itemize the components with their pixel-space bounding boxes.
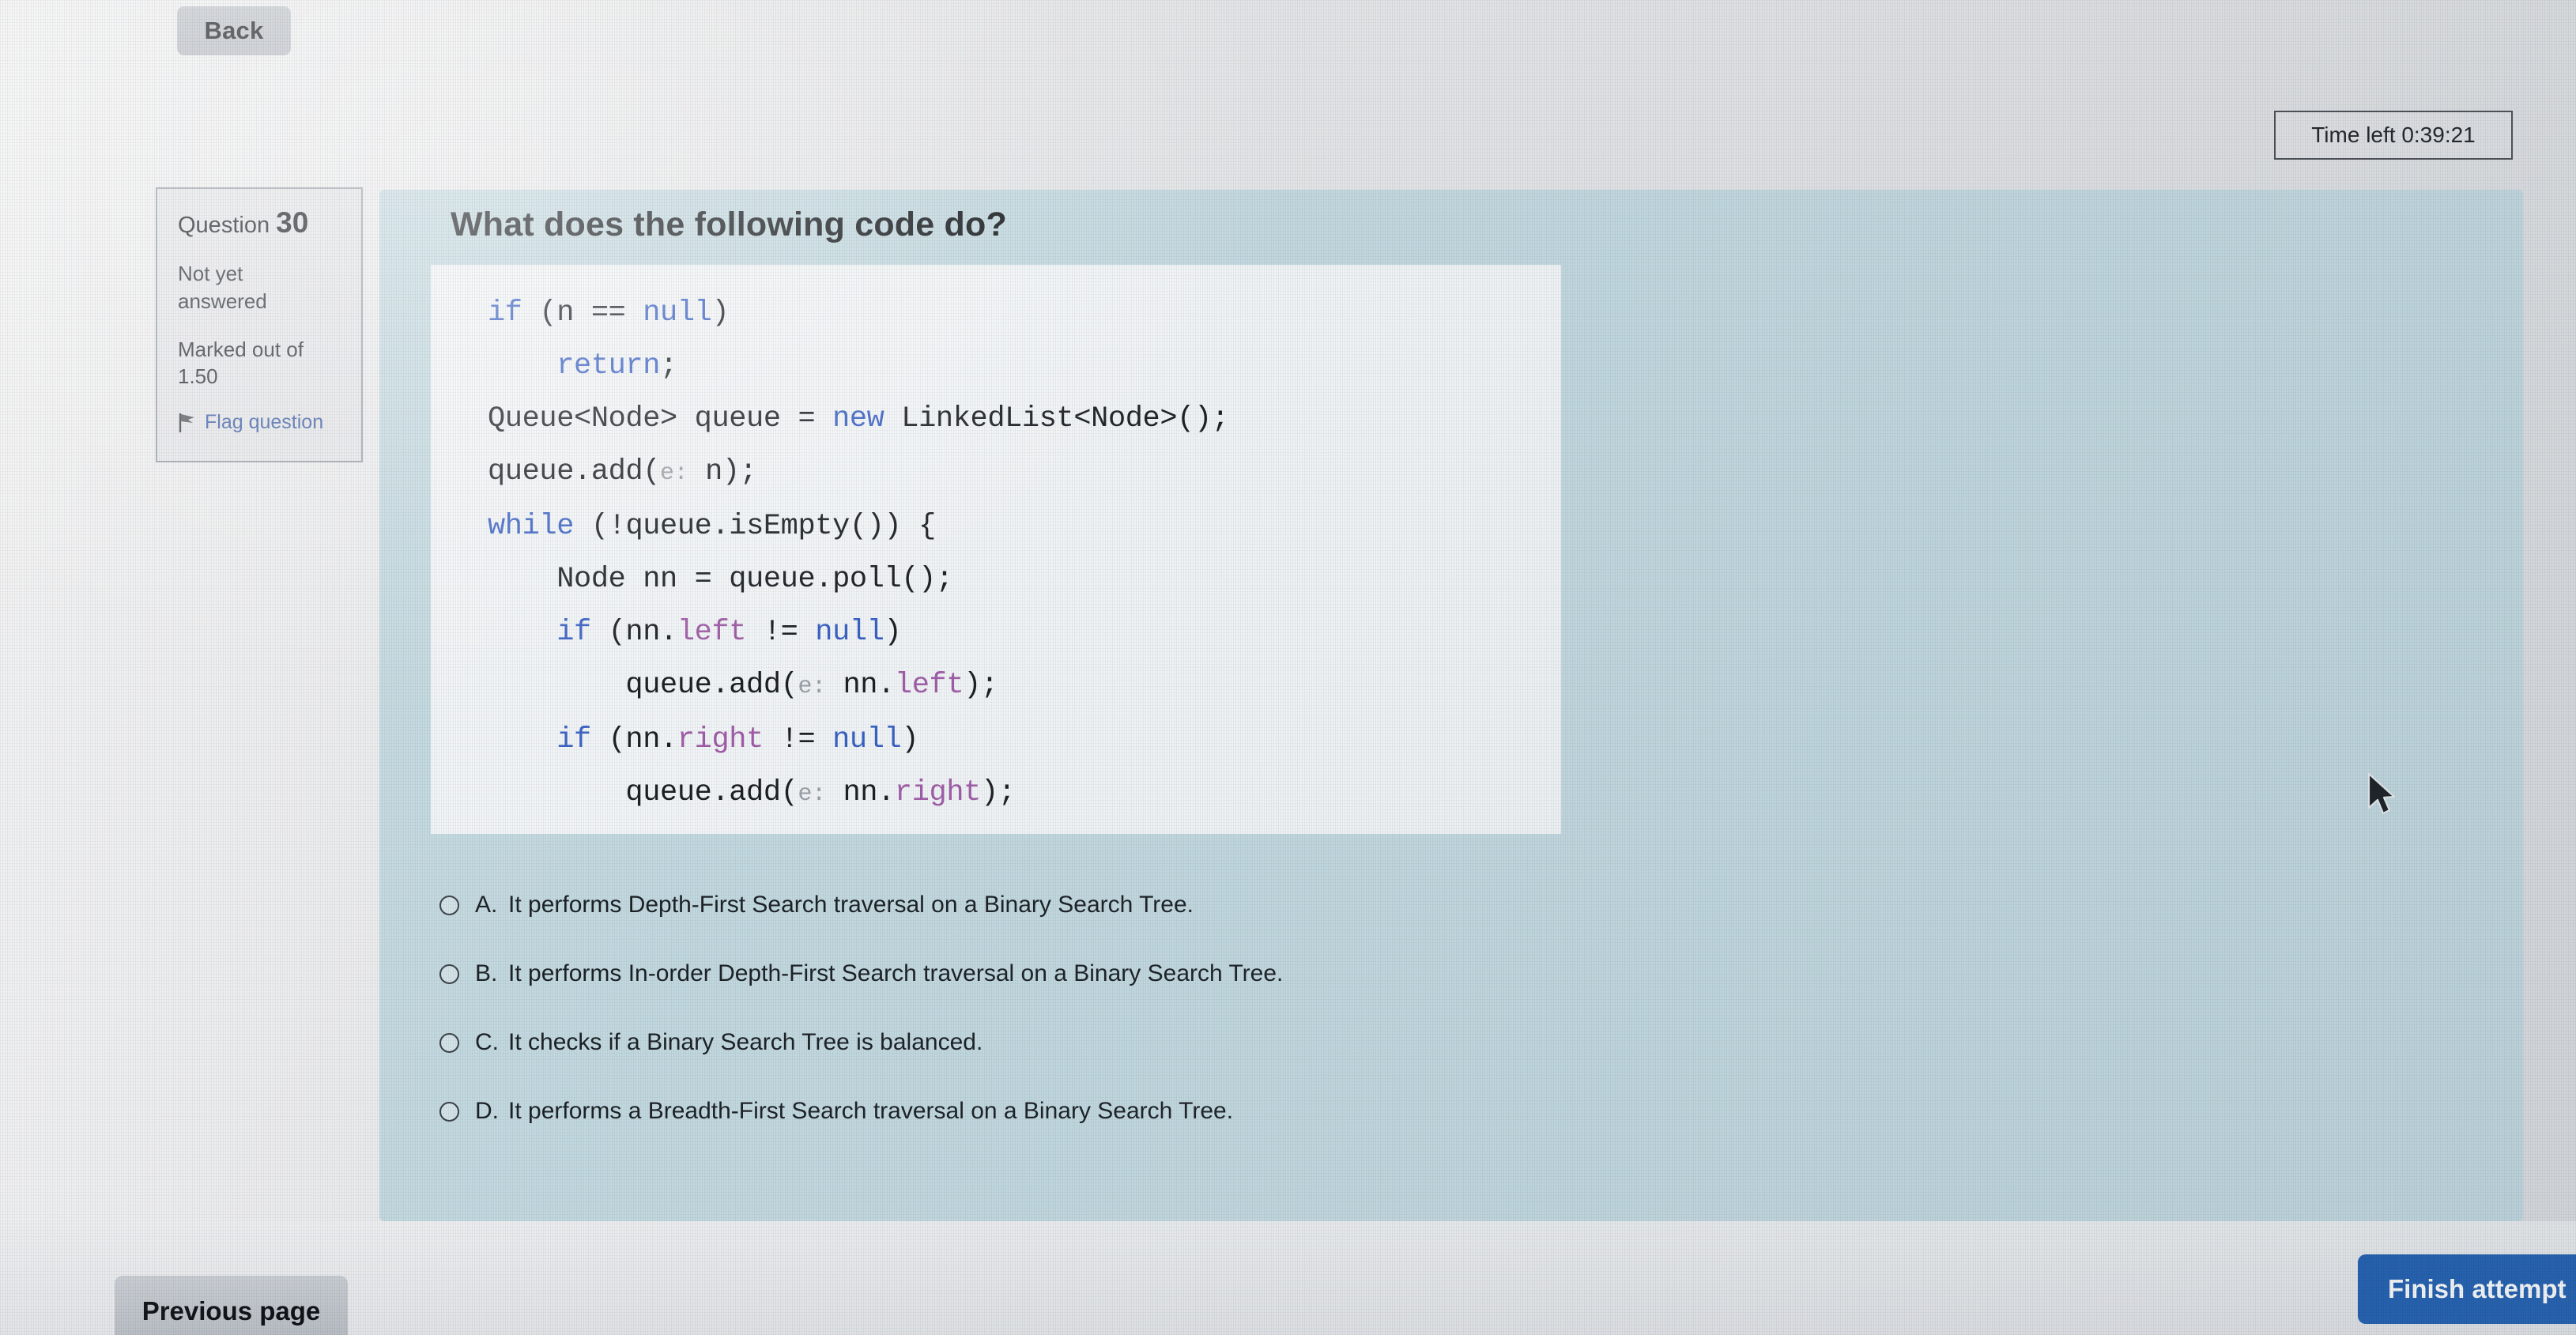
flag-question-link[interactable]: Flag question (178, 411, 345, 434)
code-keyword: if (556, 616, 591, 649)
question-word: Question (178, 213, 270, 238)
question-number: Question 30 (178, 206, 345, 239)
code-text: ) (901, 723, 919, 756)
mouse-cursor-icon (2367, 772, 2399, 819)
code-text: Queue<Node> queue = (488, 402, 833, 436)
bottom-bar-strip (0, 1221, 2576, 1335)
flag-question-label: Flag question (205, 411, 324, 434)
code-text: != (763, 723, 833, 756)
code-text: LinkedList<Node>(); (884, 402, 1229, 436)
code-text: ) (884, 616, 902, 649)
answer-option[interactable]: B. It performs In-order Depth-First Searc… (439, 960, 2099, 987)
code-line: Node nn = queue.poll(); (431, 553, 1561, 606)
answer-option[interactable]: C. It checks if a Binary Search Tree is b… (439, 1029, 2099, 1056)
code-keyword: return (556, 349, 661, 383)
code-text: (!queue.isEmpty()) { (574, 510, 936, 543)
question-info-box: Question 30 Not yet answered Marked out … (156, 187, 363, 462)
answer-option-letter: C. (475, 1029, 499, 1055)
code-text: (nn. (590, 723, 678, 756)
previous-page-label: Previous page (141, 1296, 321, 1326)
question-title: What does the following code do? (451, 206, 1007, 243)
finish-attempt-button[interactable]: Finish attempt (2358, 1254, 2576, 1324)
code-keyword: new (832, 402, 884, 436)
back-button-label: Back (204, 17, 264, 44)
code-param-hint: e: (660, 460, 688, 487)
code-field: left (677, 616, 747, 649)
radio-button-icon[interactable] (439, 964, 459, 984)
finish-attempt-label: Finish attempt (2388, 1274, 2567, 1303)
code-text: queue.add( (488, 455, 661, 488)
quiz-timer-label: Time left 0:39:21 (2311, 123, 2476, 147)
code-keyword: null (815, 616, 884, 649)
previous-page-button[interactable]: Previous page (115, 1276, 348, 1335)
answer-option[interactable]: A. It performs Depth-First Search travers… (439, 892, 2099, 918)
answer-option[interactable]: D. It performs a Breadth-First Search tra… (439, 1098, 2099, 1125)
code-text: (n == (522, 296, 643, 330)
code-text: (nn. (590, 616, 678, 649)
question-marks: Marked out of 1.50 (178, 337, 304, 389)
answer-option-text: It performs a Breadth-First Search trave… (508, 1098, 1234, 1124)
code-line: queue.add(e: n); (431, 446, 1561, 500)
code-field: right (894, 776, 981, 809)
flag-icon (178, 413, 197, 433)
back-button[interactable]: Back (177, 6, 291, 55)
code-keyword: null (832, 723, 902, 756)
code-line: return; (431, 340, 1561, 393)
code-block: if (n == null) return; Queue<Node> queue … (431, 265, 1561, 834)
code-line: if (nn.right != null) (431, 714, 1561, 767)
quiz-timer: Time left 0:39:21 (2274, 111, 2513, 160)
answer-option-letter: A. (475, 892, 498, 918)
code-line: queue.add(e: nn.left); (431, 659, 1561, 714)
code-text: ); (964, 669, 998, 702)
radio-button-icon[interactable] (439, 896, 459, 915)
code-text: ; (660, 349, 677, 383)
code-line: Queue<Node> queue = new LinkedList<Node>… (431, 393, 1561, 446)
code-keyword: null (643, 296, 712, 330)
answer-option-text: It performs In-order Depth-First Search … (508, 960, 1284, 986)
code-keyword: if (556, 723, 591, 756)
radio-button-icon[interactable] (439, 1102, 459, 1122)
answer-option-letter: D. (475, 1098, 499, 1124)
code-keyword: if (488, 296, 522, 330)
code-line: if (nn.left != null) (431, 606, 1561, 659)
answer-options-list: A. It performs Depth-First Search travers… (439, 892, 2099, 1167)
code-line: queue.add(e: nn.right); (431, 767, 1561, 821)
code-text: n); (688, 455, 757, 488)
code-field: left (894, 669, 964, 702)
answer-option-text: It checks if a Binary Search Tree is bal… (508, 1029, 983, 1055)
code-text: queue.add( (488, 776, 798, 809)
screen-photo: Back Time left 0:39:21 Question 30 Not y… (0, 0, 2576, 1335)
radio-button-icon[interactable] (439, 1033, 459, 1053)
answer-option-text: It performs Depth-First Search traversal… (508, 892, 1194, 918)
code-param-hint: e: (798, 673, 826, 700)
code-text: ); (980, 776, 1016, 809)
question-number-value: 30 (276, 206, 309, 239)
code-param-hint: e: (798, 781, 826, 808)
code-line: if (n == null) (431, 287, 1561, 340)
code-keyword: while (488, 510, 575, 543)
code-text: nn. (825, 669, 895, 702)
code-field: right (677, 723, 764, 756)
code-text: != (746, 616, 816, 649)
question-state: Not yet answered (178, 262, 267, 313)
code-line: while (!queue.isEmpty()) { (431, 500, 1561, 553)
code-text: ) (711, 296, 730, 330)
code-text: Node nn = queue.poll(); (488, 563, 953, 596)
answer-option-letter: B. (475, 960, 498, 986)
code-text: nn. (825, 776, 895, 809)
code-text: queue.add( (488, 669, 798, 702)
